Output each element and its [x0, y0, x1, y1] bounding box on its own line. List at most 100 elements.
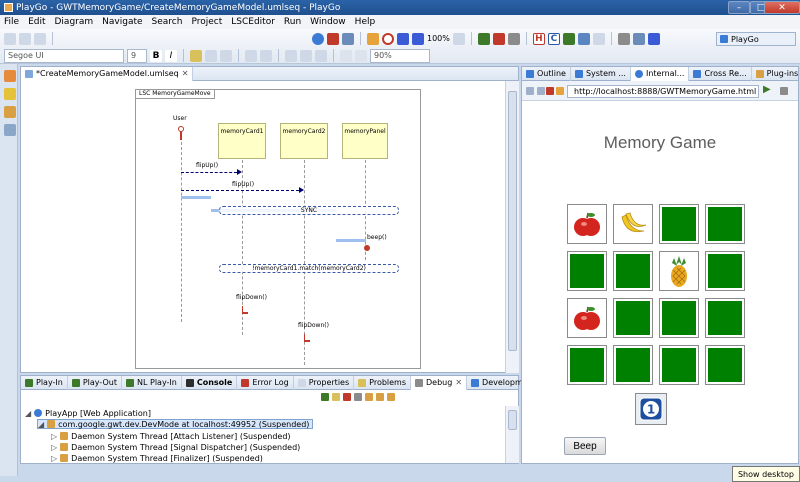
menu-diagram[interactable]: Diagram: [55, 17, 94, 27]
record-icon[interactable]: [382, 32, 394, 45]
card-r4-c2[interactable]: [613, 345, 653, 385]
card-r1-c2[interactable]: [613, 204, 653, 244]
editor-scroll-thumb[interactable]: [508, 91, 517, 351]
settings-icon[interactable]: [617, 32, 630, 45]
font-name-combo[interactable]: Segoe UI: [4, 48, 124, 63]
task-icon[interactable]: [632, 32, 645, 45]
tab-problems[interactable]: Problems: [354, 375, 412, 390]
editor-scrollbar[interactable]: [505, 81, 519, 373]
card-r2-c1[interactable]: [567, 251, 607, 291]
disconnect-icon[interactable]: [354, 393, 362, 401]
message-flipup-1[interactable]: flipUp(): [196, 162, 218, 169]
step-return-icon[interactable]: [387, 393, 395, 401]
message-flipdown-2[interactable]: flipDown(): [298, 322, 329, 329]
zoom-level[interactable]: 100%: [427, 34, 450, 43]
italic-icon[interactable]: I: [165, 49, 177, 62]
external-tools-icon[interactable]: [592, 32, 605, 45]
grid-icon[interactable]: [355, 49, 367, 62]
menu-search[interactable]: Search: [152, 17, 183, 27]
debug-config-icon[interactable]: [577, 32, 590, 45]
tree-item-thread[interactable]: ▷ Daemon System Thread [Finalizer] (Susp…: [51, 453, 263, 463]
terminate-icon[interactable]: [343, 393, 351, 401]
hierarchy-icon[interactable]: [4, 88, 16, 100]
perspective-playgo[interactable]: PlayGo: [716, 32, 796, 46]
bold-icon[interactable]: B: [150, 49, 162, 62]
font-size-combo[interactable]: 9: [127, 48, 147, 63]
lifeline-box-memorypanel[interactable]: memoryPanel: [342, 123, 388, 159]
menu-edit[interactable]: Edit: [28, 17, 45, 27]
tab-error-log[interactable]: Error Log: [237, 375, 294, 390]
play-icon[interactable]: [562, 32, 575, 45]
sync-condition[interactable]: SYNC: [219, 206, 399, 215]
card-r1-c4[interactable]: [705, 204, 745, 244]
close-window-button[interactable]: ✕: [764, 1, 800, 14]
card-r1-c1[interactable]: [567, 204, 607, 244]
forward-icon[interactable]: [537, 87, 545, 95]
close-tab-icon[interactable]: ✕: [455, 378, 462, 387]
card-r2-c2[interactable]: [613, 251, 653, 291]
lifeline-box-memorycard1[interactable]: memoryCard1: [218, 123, 266, 159]
restore-icon[interactable]: [4, 124, 16, 136]
resume-icon[interactable]: [321, 393, 329, 401]
bug-icon[interactable]: [507, 32, 520, 45]
align-icon[interactable]: [285, 49, 297, 62]
card-r3-c3[interactable]: [659, 298, 699, 338]
menu-window[interactable]: Window: [310, 17, 346, 27]
message-beep[interactable]: beep(): [367, 234, 387, 241]
debug-scroll-thumb[interactable]: [508, 410, 517, 430]
tab-nl-play-in[interactable]: NL Play-In: [122, 375, 182, 390]
expand-icon[interactable]: ▷: [51, 443, 57, 452]
tab-plug-ins[interactable]: Plug-ins: [752, 67, 800, 81]
editor-tab[interactable]: *CreateMemoryGameModel.umlseq ✕: [21, 66, 194, 81]
arrow-down-icon[interactable]: [412, 32, 424, 45]
tab-play-out[interactable]: Play-Out: [68, 375, 123, 390]
card-r1-c3[interactable]: [659, 204, 699, 244]
card-r2-c4[interactable]: [705, 251, 745, 291]
url-input[interactable]: http://localhost:8888/GWTMemoryGame.html: [567, 85, 759, 98]
minimize-button[interactable]: –: [728, 1, 750, 14]
menu-help[interactable]: Help: [355, 17, 376, 27]
match-condition[interactable]: !memoryCard1.match(memoryCard2): [219, 264, 399, 273]
stop-icon[interactable]: [327, 32, 339, 45]
arrow-style-icon[interactable]: [260, 49, 272, 62]
move-counter[interactable]: 1: [635, 393, 667, 425]
menu-navigate[interactable]: Navigate: [102, 17, 142, 27]
c-icon[interactable]: C: [547, 32, 560, 45]
font-color-icon[interactable]: [190, 49, 202, 62]
step-into-icon[interactable]: [365, 393, 373, 401]
menu-project[interactable]: Project: [191, 17, 222, 27]
tab-properties[interactable]: Properties: [294, 375, 355, 390]
tree-item-playapp[interactable]: ◢ PlayApp [Web Application]: [25, 408, 151, 418]
message-flipup-2[interactable]: flipUp(): [232, 181, 254, 188]
tab-cross-ref[interactable]: Cross Re...: [689, 66, 752, 81]
tab-internal-browser[interactable]: Internal...: [630, 66, 690, 81]
tab-system[interactable]: System ...: [571, 66, 631, 81]
package-explorer-icon[interactable]: [4, 70, 16, 82]
terminate-icon[interactable]: [492, 32, 505, 45]
print-icon[interactable]: [34, 32, 46, 45]
close-tab-icon[interactable]: ✕: [182, 69, 189, 78]
back-icon[interactable]: [526, 87, 534, 95]
menu-lsceditor[interactable]: LSCEditor: [231, 17, 275, 27]
tree-item-thread[interactable]: ▷ Daemon System Thread [Attach Listener]…: [51, 431, 291, 441]
tree-item-thread[interactable]: ▷ Daemon System Thread [Signal Dispatche…: [51, 442, 300, 452]
expand-icon[interactable]: ▷: [51, 454, 57, 463]
tab-play-in[interactable]: Play-In: [21, 375, 68, 390]
line-color-icon[interactable]: [220, 49, 232, 62]
debug-scrollbar[interactable]: [505, 406, 519, 463]
refresh-icon[interactable]: [556, 87, 564, 95]
stop-icon[interactable]: [546, 87, 554, 95]
size-icon[interactable]: [315, 49, 327, 62]
tab-debug[interactable]: Debug ✕: [411, 375, 468, 390]
line-style-icon[interactable]: [245, 49, 257, 62]
lifeline-box-memorycard2[interactable]: memoryCard2: [280, 123, 328, 159]
message-flipdown-1[interactable]: flipDown(): [236, 294, 267, 301]
arrange-icon[interactable]: [300, 49, 312, 62]
globe-icon[interactable]: [312, 32, 324, 45]
fill-color-icon[interactable]: [205, 49, 217, 62]
nav-icon[interactable]: [342, 32, 354, 45]
save-icon[interactable]: [19, 32, 31, 45]
card-r2-c3[interactable]: [659, 251, 699, 291]
navigator-icon[interactable]: [4, 106, 16, 118]
card-r4-c1[interactable]: [567, 345, 607, 385]
